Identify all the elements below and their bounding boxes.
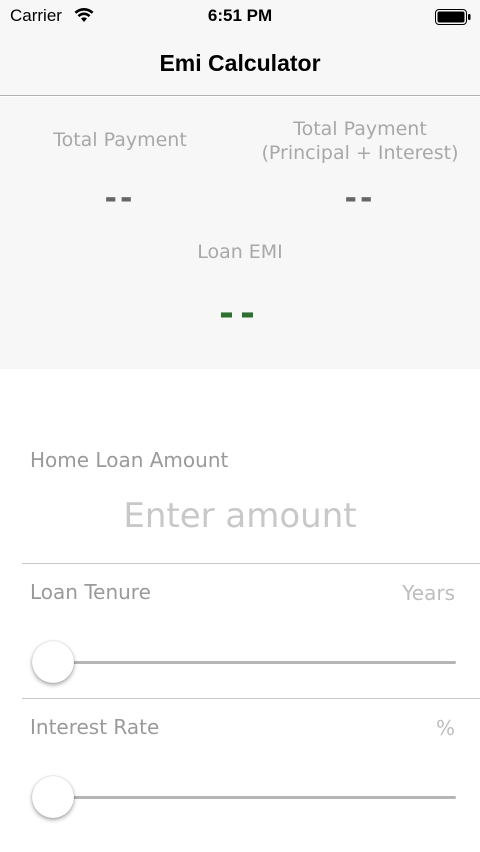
loan-emi-label: Loan EMI: [197, 241, 283, 263]
total-payment-label: Total Payment: [53, 129, 187, 151]
total-payment-value: --: [104, 181, 136, 216]
loan-amount-input[interactable]: [30, 492, 450, 540]
interest-rate-unit: %: [435, 716, 455, 740]
total-principal-interest-label-line2: (Principal + Interest): [261, 142, 459, 164]
total-principal-interest-value: --: [344, 181, 376, 216]
navigation-bar: Emi Calculator: [0, 32, 480, 96]
home-loan-amount-label: Home Loan Amount: [30, 448, 229, 472]
summary-panel: Total Payment -- Total Payment (Principa…: [0, 97, 480, 369]
divider: [22, 698, 480, 699]
clock-time: 6:51 PM: [207, 6, 273, 25]
status-bar: Carrier 6:51 PM: [0, 0, 480, 32]
divider: [22, 563, 480, 564]
page-title: Emi Calculator: [159, 50, 321, 76]
loan-tenure-slider-thumb[interactable]: [32, 641, 74, 683]
loan-tenure-label: Loan Tenure: [30, 580, 151, 604]
interest-rate-slider-thumb[interactable]: [32, 776, 74, 818]
total-principal-interest-label-line1: Total Payment: [293, 118, 427, 140]
loan-tenure-unit: Years: [402, 581, 455, 605]
loan-tenure-slider-track[interactable]: [54, 661, 456, 664]
loan-emi-value: --: [219, 293, 261, 334]
interest-rate-label: Interest Rate: [30, 715, 160, 739]
interest-rate-slider-track[interactable]: [54, 796, 456, 799]
battery-icon: [435, 9, 471, 25]
